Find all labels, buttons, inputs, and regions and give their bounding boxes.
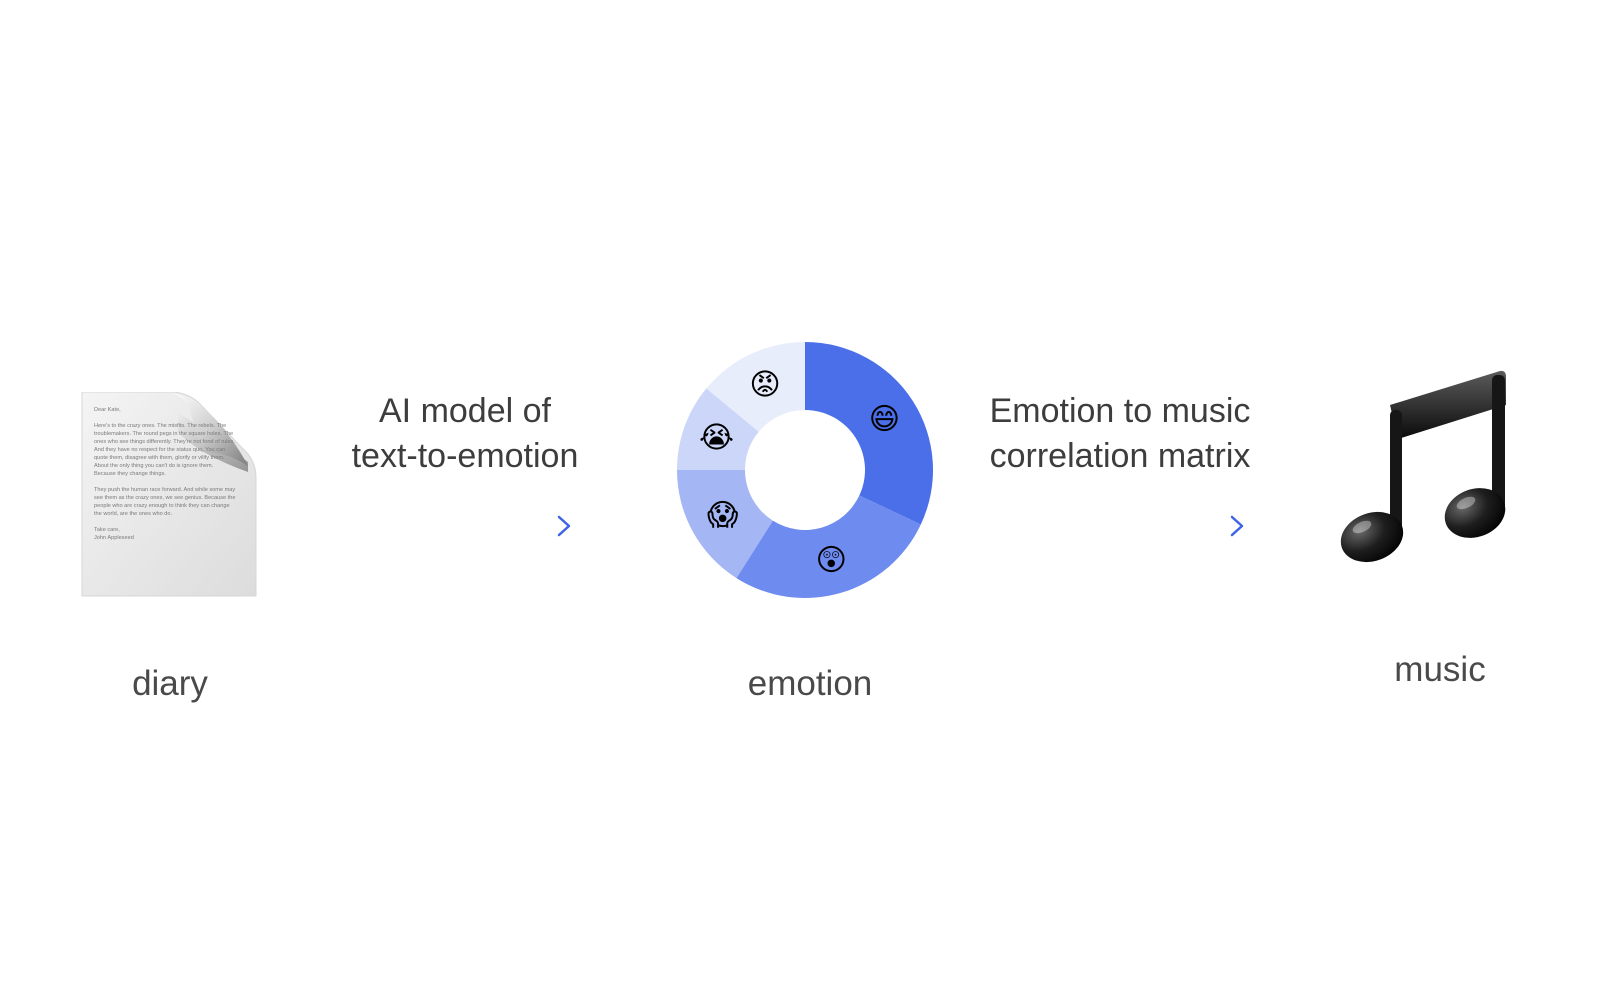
step-label-line-1: Emotion to music bbox=[989, 392, 1251, 430]
step-label-line-2: correlation matrix bbox=[989, 437, 1251, 475]
surprised-emoji-icon: 😲 bbox=[816, 544, 847, 577]
arrow-right-icon bbox=[1030, 515, 1244, 537]
music-note-icon bbox=[1340, 370, 1506, 563]
emotion-caption: emotion bbox=[747, 664, 873, 703]
music-caption: music bbox=[1394, 650, 1486, 689]
emotion-donut-chart: 😄 😲 😱 😭 😡 bbox=[677, 342, 933, 598]
sad-emoji-icon: 😭 bbox=[699, 422, 734, 455]
diary-document-icon: Dear Kate, Here's to the crazy ones. The… bbox=[78, 392, 260, 604]
diary-document-text: Dear Kate, Here's to the crazy ones. The… bbox=[94, 407, 236, 541]
step-label-line-1: AI model of bbox=[379, 392, 551, 430]
step-label-emotion-to-music: Emotion to music correlation matrix bbox=[965, 389, 1275, 479]
happy-emoji-icon: 😄 bbox=[869, 403, 900, 436]
fearful-emoji-icon: 😱 bbox=[707, 499, 738, 532]
angry-emoji-icon: 😡 bbox=[749, 368, 780, 401]
arrow-right-icon bbox=[357, 515, 571, 537]
step-label-text-to-emotion: AI model of text-to-emotion bbox=[315, 389, 615, 479]
diary-caption: diary bbox=[132, 664, 208, 703]
step-label-line-2: text-to-emotion bbox=[351, 437, 579, 475]
